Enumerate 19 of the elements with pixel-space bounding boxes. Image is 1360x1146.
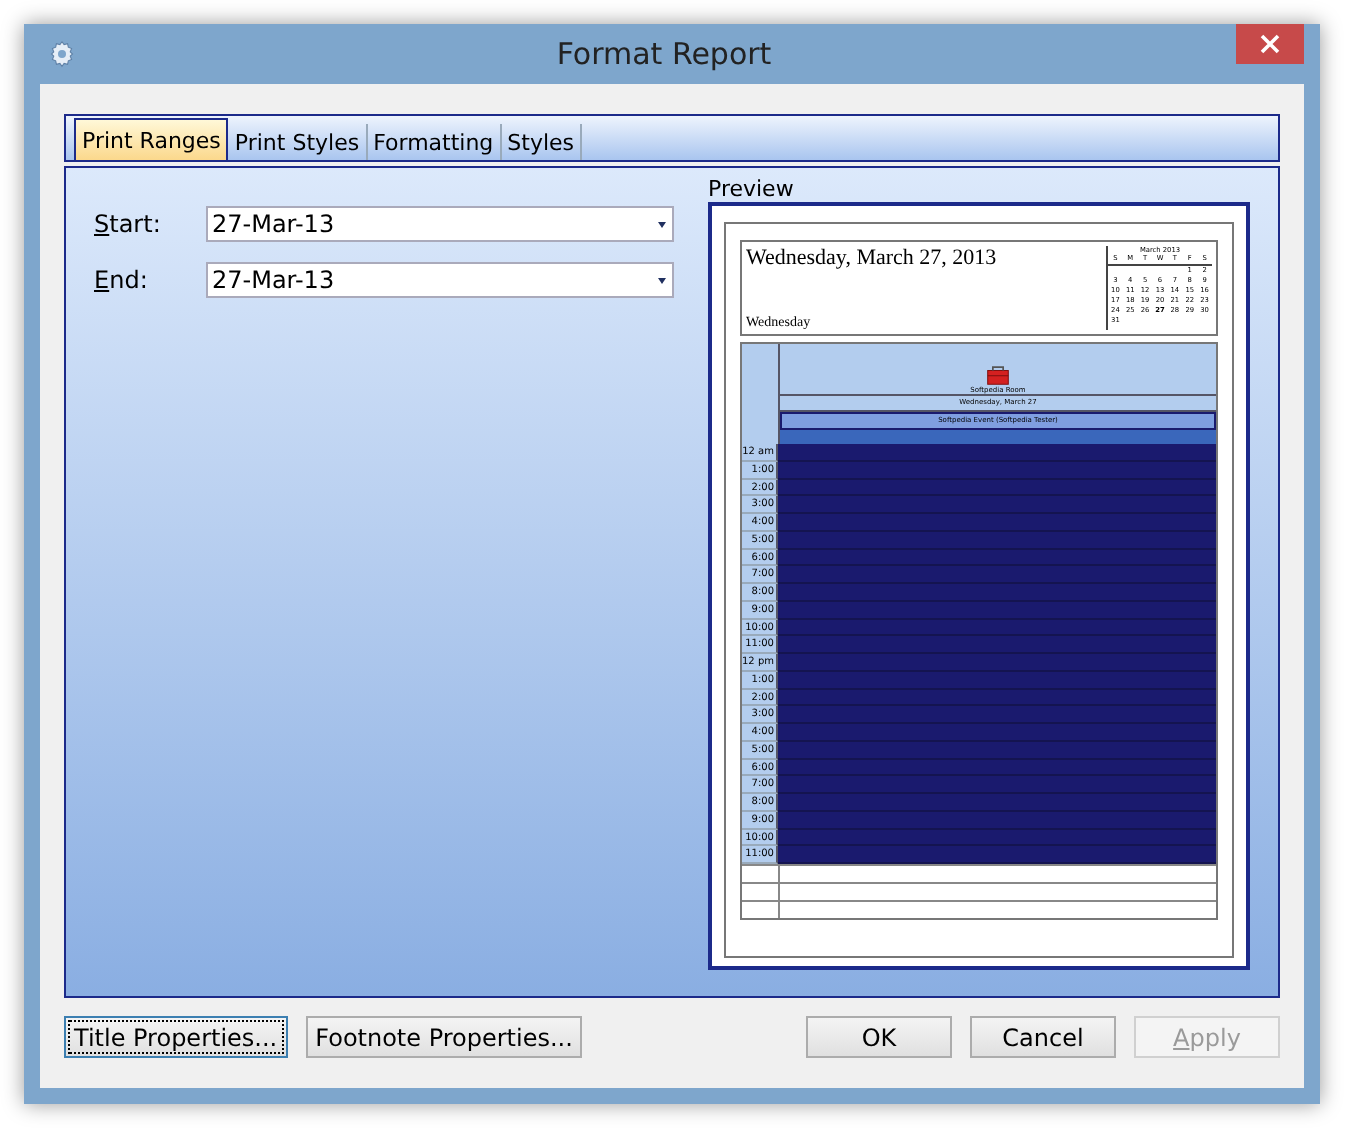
close-button[interactable]	[1236, 24, 1304, 64]
toolbox-icon	[984, 362, 1012, 386]
tab[interactable]: Print Ranges	[74, 118, 229, 160]
gear-icon[interactable]	[48, 40, 76, 68]
tab[interactable]: Styles	[501, 124, 583, 160]
dialog-button[interactable]: Title Properties...	[64, 1016, 288, 1058]
date-dropdown[interactable]: 27-Mar-13	[206, 262, 674, 298]
dialog-button[interactable]: OK	[806, 1016, 952, 1058]
date-dropdown[interactable]: 27-Mar-13	[206, 206, 674, 242]
dialog-button[interactable]: Cancel	[970, 1016, 1116, 1058]
dialog-button[interactable]: Footnote Properties...	[305, 1016, 583, 1058]
field-label: Start:	[94, 210, 163, 238]
tab[interactable]: Print Styles	[228, 124, 368, 160]
tab[interactable]: Formatting	[367, 124, 502, 160]
report-title: Wednesday, March 27, 2013	[746, 246, 997, 270]
preview-label: Preview	[708, 176, 796, 202]
window-title: Format Report	[554, 36, 774, 72]
close-icon	[1260, 34, 1280, 54]
field-label: End:	[94, 266, 150, 294]
